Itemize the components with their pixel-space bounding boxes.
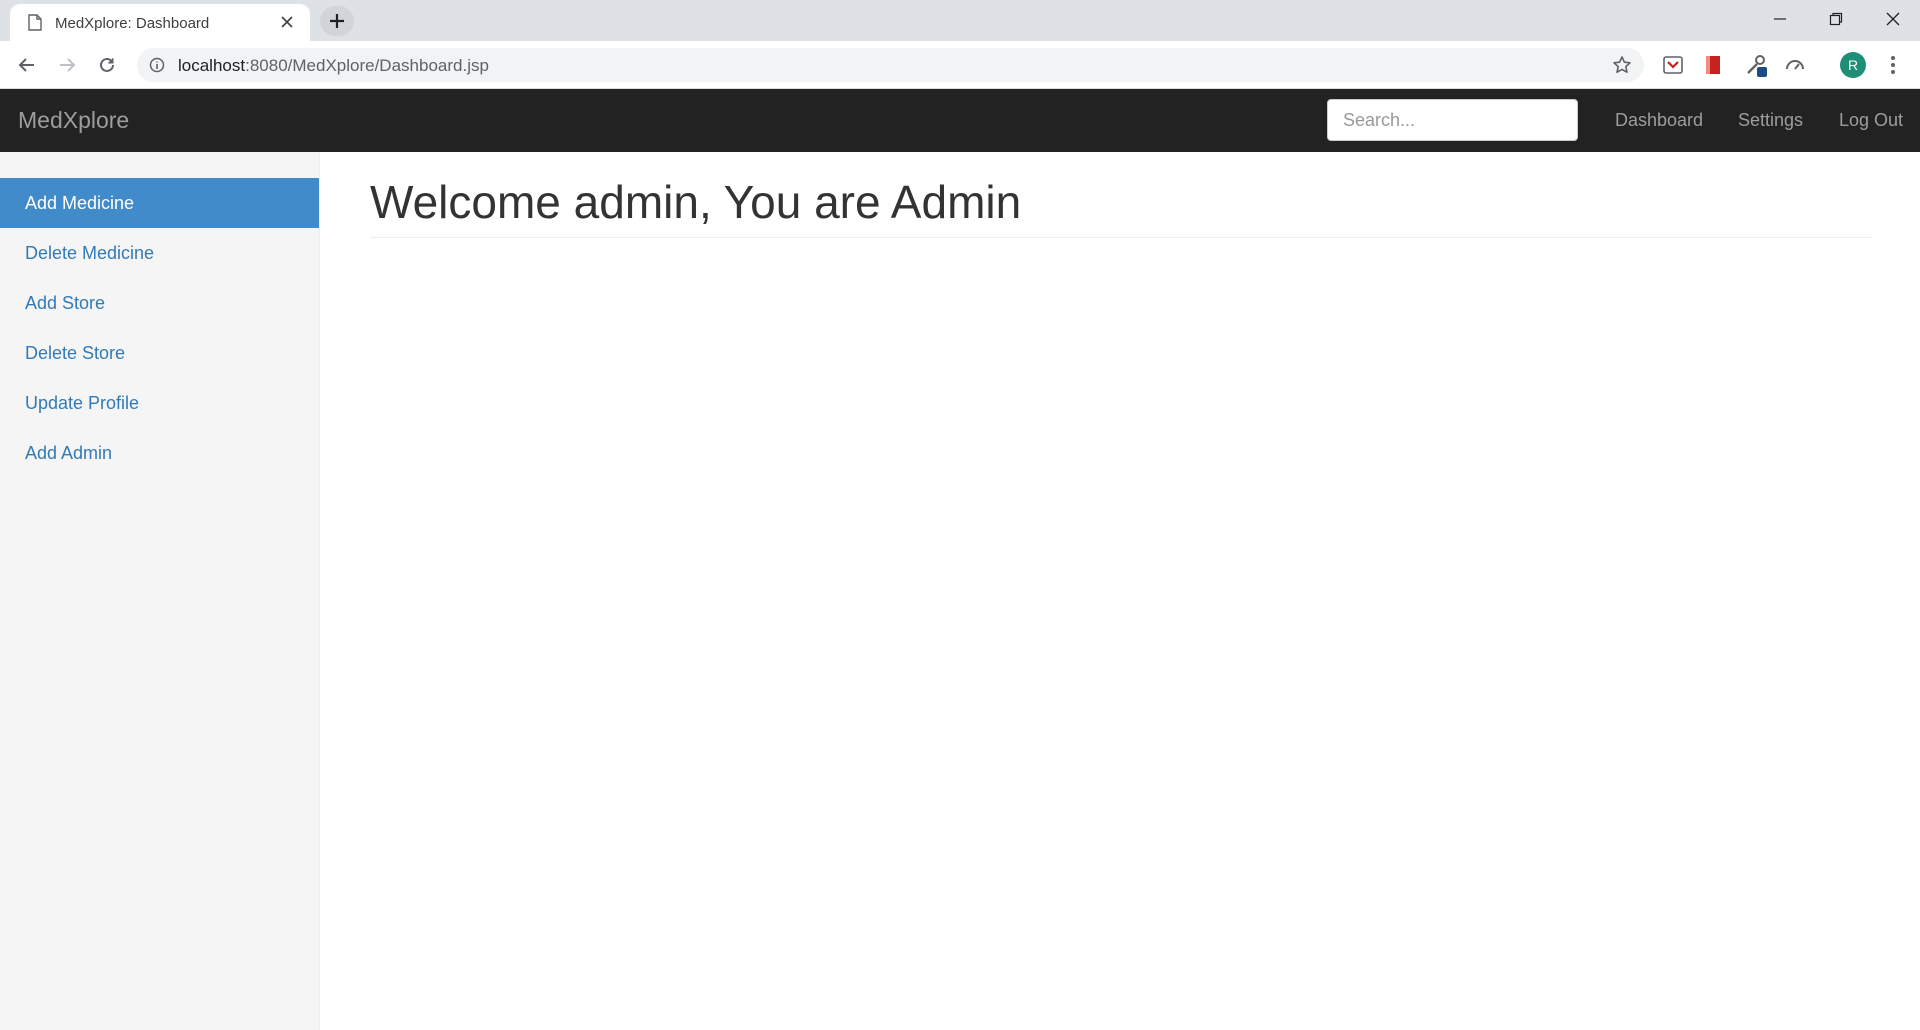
url-path: :8080/MedXplore/Dashboard.jsp <box>245 56 489 75</box>
sidebar: Add Medicine Delete Medicine Add Store D… <box>0 152 320 1030</box>
browser-toolbar: localhost:8080/MedXplore/Dashboard.jsp <box>0 41 1920 89</box>
sidebar-item-add-medicine[interactable]: Add Medicine <box>0 178 319 228</box>
arrow-left-icon <box>18 58 34 72</box>
minimize-button[interactable] <box>1751 0 1807 38</box>
sidebar-item-label[interactable]: Add Medicine <box>0 178 319 228</box>
close-icon <box>1886 12 1900 26</box>
url-host: localhost <box>178 56 246 75</box>
back-button[interactable] <box>11 49 43 81</box>
bookmark-star-icon[interactable] <box>1612 55 1632 75</box>
address-bar[interactable]: localhost:8080/MedXplore/Dashboard.jsp <box>137 48 1644 82</box>
page-title: Welcome admin, You are Admin <box>370 176 1022 228</box>
sidebar-item-add-admin[interactable]: Add Admin <box>0 428 319 478</box>
search-input[interactable] <box>1327 99 1578 141</box>
url-text: localhost:8080/MedXplore/Dashboard.jsp <box>178 56 489 76</box>
sidebar-item-add-store[interactable]: Add Store <box>0 278 319 328</box>
minimize-icon <box>1774 18 1786 20</box>
sidebar-item-label[interactable]: Update Profile <box>0 378 319 428</box>
reload-button[interactable] <box>91 49 123 81</box>
sidebar-menu: Add Medicine Delete Medicine Add Store D… <box>0 178 319 478</box>
reload-icon <box>100 57 114 72</box>
tab-title: MedXplore: Dashboard <box>55 15 210 32</box>
plus-icon <box>330 14 344 28</box>
arrow-right-icon <box>60 58 76 72</box>
close-tab-icon[interactable] <box>278 13 296 31</box>
bookmark-extension-icon[interactable] <box>1701 53 1725 77</box>
pocket-extension-icon[interactable] <box>1661 53 1685 77</box>
nav-dashboard-link[interactable]: Dashboard <box>1615 110 1703 131</box>
page-icon <box>28 14 42 31</box>
nav-logout-link[interactable]: Log Out <box>1839 110 1903 131</box>
sidebar-item-label[interactable]: Delete Store <box>0 328 319 378</box>
restore-button[interactable] <box>1807 0 1863 38</box>
info-icon[interactable] <box>149 57 165 73</box>
sidebar-item-delete-store[interactable]: Delete Store <box>0 328 319 378</box>
tools-extension-icon[interactable] <box>1744 53 1768 77</box>
more-options-icon[interactable] <box>1886 52 1900 78</box>
brand-link[interactable]: MedXplore <box>18 107 129 134</box>
sidebar-item-update-profile[interactable]: Update Profile <box>0 378 319 428</box>
close-window-button[interactable] <box>1864 0 1920 38</box>
sidebar-item-delete-medicine[interactable]: Delete Medicine <box>0 228 319 278</box>
browser-tabstrip: MedXplore: Dashboard <box>0 0 1920 41</box>
profile-avatar[interactable]: R <box>1840 52 1866 78</box>
nav-settings-link[interactable]: Settings <box>1738 110 1803 131</box>
restore-icon <box>1829 12 1843 26</box>
browser-tab[interactable]: MedXplore: Dashboard <box>10 4 310 41</box>
main-content: Welcome admin, You are Admin <box>320 152 1920 1030</box>
forward-button[interactable] <box>51 49 83 81</box>
sidebar-item-label[interactable]: Delete Medicine <box>0 228 319 278</box>
sidebar-item-label[interactable]: Add Store <box>0 278 319 328</box>
new-tab-button[interactable] <box>320 6 354 36</box>
sidebar-item-label[interactable]: Add Admin <box>0 428 319 478</box>
top-navbar: MedXplore Dashboard Settings Log Out <box>0 89 1920 152</box>
page-header: Welcome admin, You are Admin <box>370 176 1872 238</box>
speedometer-extension-icon[interactable] <box>1783 53 1807 77</box>
